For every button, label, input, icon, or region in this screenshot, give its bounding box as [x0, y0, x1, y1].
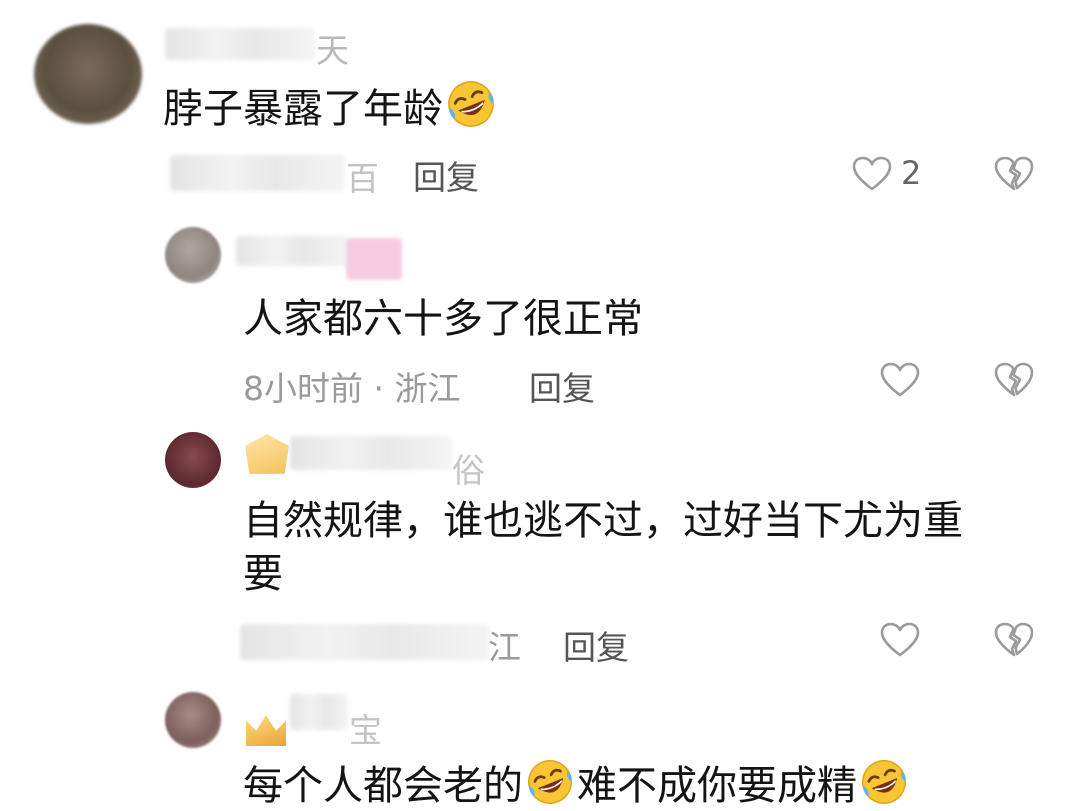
reply-button[interactable]: 回复 [563, 621, 629, 669]
reply-text: 每个人都会老的 难不成你要成精 [243, 757, 911, 811]
reply-avatar[interactable] [165, 432, 221, 488]
reply-text-line1: 自然规律，谁也逃不过，过好当下尤为重 [243, 498, 963, 544]
reply-avatar[interactable] [165, 227, 221, 283]
crown-badge-icon [245, 434, 289, 474]
dislike-broken-heart-icon[interactable] [994, 156, 1034, 192]
timestamp-redacted [170, 155, 345, 191]
like-heart-icon[interactable] [880, 362, 920, 398]
username-fragment: 天 [316, 31, 349, 70]
like-count: 2 [901, 154, 922, 192]
reply-avatar[interactable] [165, 692, 221, 748]
dislike-broken-heart-icon[interactable] [994, 362, 1034, 398]
reply-button[interactable]: 回复 [529, 362, 595, 410]
username-fragment: 宝 [349, 711, 382, 750]
like-heart-icon[interactable] [852, 156, 892, 192]
commenter-avatar[interactable] [34, 24, 142, 124]
username-redacted[interactable] [236, 236, 348, 266]
crown-badge-icon [246, 715, 286, 746]
reply-text-line2: 要 [243, 551, 283, 597]
username-fragment: 俗 [452, 451, 485, 490]
rofl-emoji [445, 78, 497, 130]
comment-text: 脖子暴露了年龄 [163, 78, 499, 134]
reply-text: 人家都六十多了很正常 [243, 296, 643, 342]
username-redacted[interactable] [290, 694, 348, 730]
timestamp-redacted [240, 624, 490, 660]
like-heart-icon[interactable] [880, 622, 920, 658]
reply-timestamp: 8小时前 · 浙江 [243, 369, 461, 408]
reply-button[interactable]: 回复 [413, 151, 479, 199]
rofl-emoji [859, 757, 909, 807]
meta-fragment: 百 [346, 159, 379, 198]
username-redacted[interactable] [290, 436, 452, 470]
meta-fragment: 江 [488, 628, 521, 667]
username-redacted[interactable] [165, 28, 315, 60]
rofl-emoji [525, 757, 575, 807]
dislike-broken-heart-icon[interactable] [994, 622, 1034, 658]
username-badge-redacted [346, 238, 402, 280]
